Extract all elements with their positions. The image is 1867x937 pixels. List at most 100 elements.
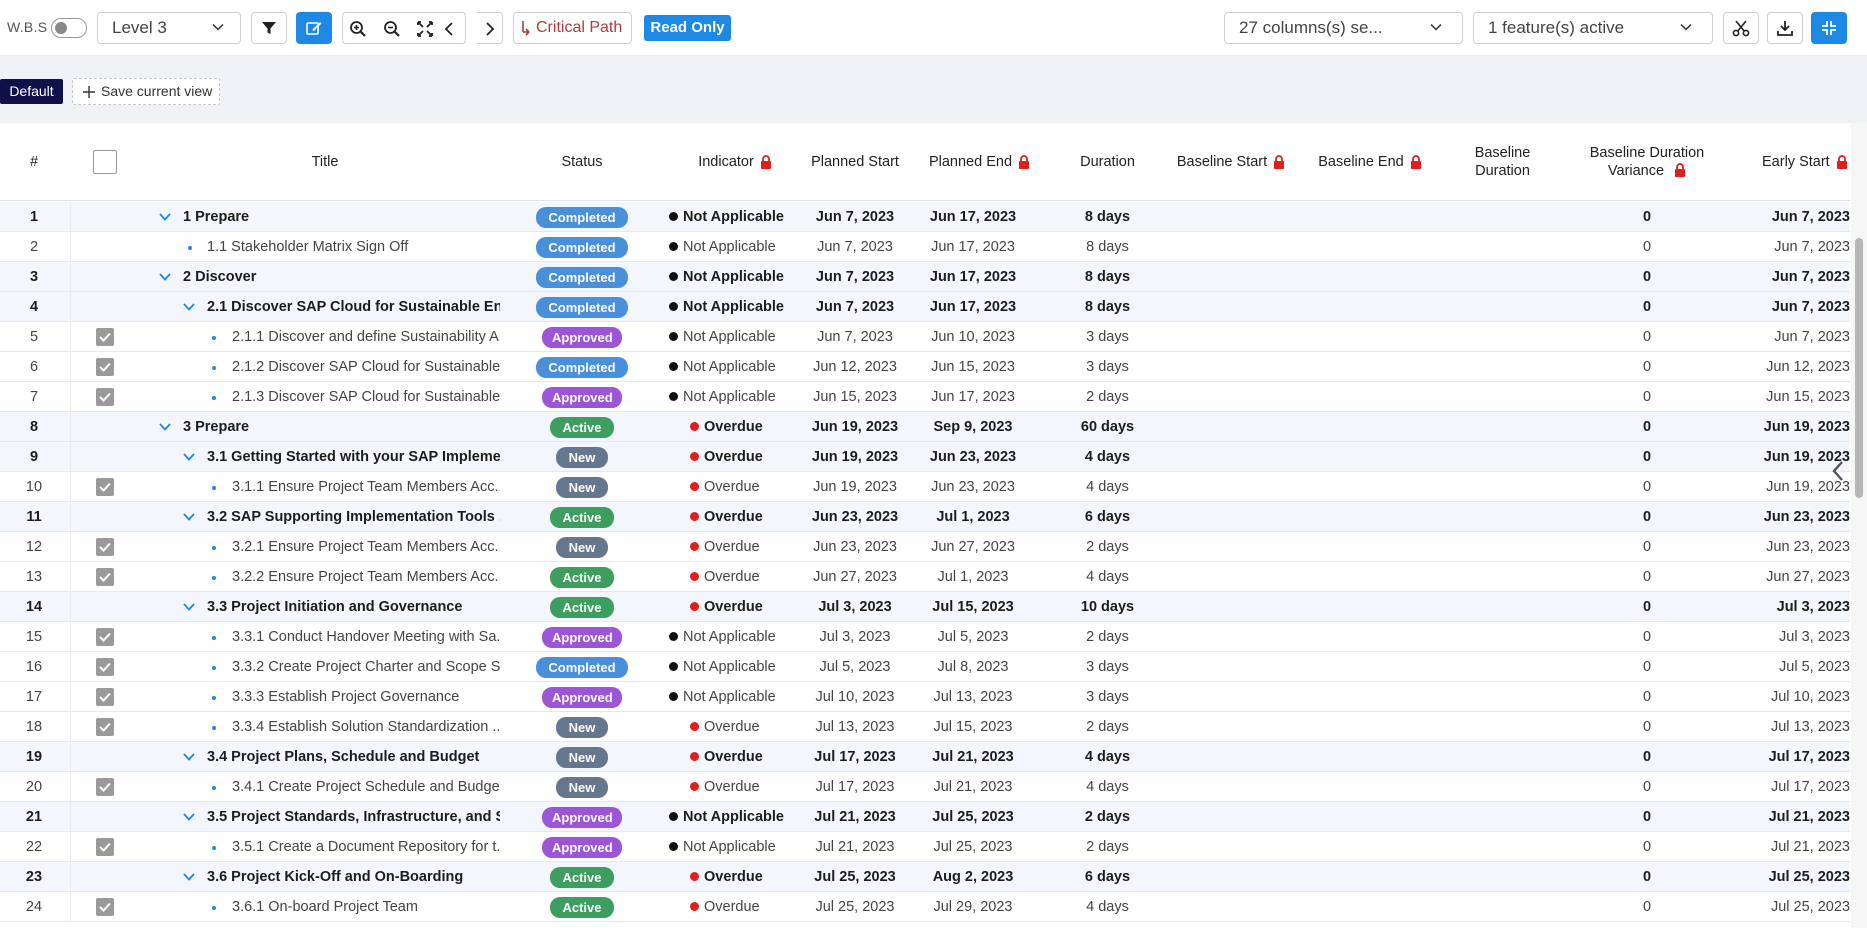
row-title[interactable]: 3.2 SAP Supporting Implementation Tools … [207,502,500,532]
duration-cell[interactable]: 8 days [1054,202,1161,232]
planned-end-cell[interactable]: Aug 2, 2023 [917,862,1029,892]
col-early-start[interactable]: Early Start [1740,123,1850,201]
chevron-down-icon[interactable] [158,421,172,433]
critical-path-button[interactable]: Critical Path [513,12,632,44]
col-baseline-end[interactable]: Baseline End [1310,123,1430,201]
duration-cell[interactable]: 2 days [1054,532,1161,562]
table-row[interactable]: 2 1.1 Stakeholder Matrix Sign Off Complete… [0,232,1850,262]
row-title[interactable]: 2.1 Discover SAP Cloud for Sustainable E… [207,292,500,322]
planned-start-cell[interactable]: Jun 7, 2023 [800,202,910,232]
status-badge[interactable]: Approved [542,687,622,708]
duration-cell[interactable]: 60 days [1054,412,1161,442]
col-duration[interactable]: Duration [1054,123,1161,201]
planned-end-cell[interactable]: Jul 1, 2023 [917,562,1029,592]
planned-start-cell[interactable]: Jun 7, 2023 [800,292,910,322]
col-title[interactable]: Title [150,123,500,201]
status-badge[interactable]: Active [550,567,614,588]
planned-end-cell[interactable]: Jun 10, 2023 [917,322,1029,352]
next-button[interactable] [477,12,503,44]
table-row[interactable]: 1 1 Prepare Completed Not Applicable Jun 7, … [0,202,1850,232]
status-badge[interactable]: Active [550,867,614,888]
planned-start-cell[interactable]: Jun 19, 2023 [800,472,910,502]
table-row[interactable]: 11 3.2 SAP Supporting Implementation Tool… [0,502,1850,532]
row-title[interactable]: 2.1.3 Discover SAP Cloud for Sustainable… [232,382,500,412]
row-title[interactable]: 3.5 Project Standards, Infrastructure, a… [207,802,500,832]
status-badge[interactable]: Completed [536,357,628,378]
table-row[interactable]: 83 Prepare Active Overdue Jun 19, 2023 Sep 9… [0,412,1850,442]
table-row[interactable]: 3 2 Discover Completed Not Applicable Jun 7,… [0,262,1850,292]
status-badge[interactable]: New [556,777,608,798]
status-badge[interactable]: Approved [542,627,622,648]
filter-button[interactable] [251,12,287,44]
table-row[interactable]: 7 2.1.3 Discover SAP Cloud for Sustainabl… [0,382,1850,412]
table-row[interactable]: 16 3.3.2 Create Project Charter and Scope… [0,652,1850,682]
status-badge[interactable]: Active [550,897,614,918]
planned-start-cell[interactable]: Jun 7, 2023 [800,322,910,352]
row-checkbox[interactable] [96,628,114,646]
planned-start-cell[interactable]: Jun 23, 2023 [800,532,910,562]
col-num[interactable]: # [0,123,68,201]
status-badge[interactable]: New [556,537,608,558]
row-checkbox[interactable] [96,328,114,346]
select-all-checkbox[interactable] [93,150,117,174]
duration-cell[interactable]: 4 days [1054,742,1161,772]
col-baseline-duration[interactable]: Baseline Duration [1445,123,1560,201]
status-badge[interactable]: New [556,717,608,738]
row-checkbox[interactable] [96,658,114,676]
chevron-down-icon[interactable] [182,811,196,823]
planned-start-cell[interactable]: Jun 27, 2023 [800,562,910,592]
row-title[interactable]: 3.2.1 Ensure Project Team Members Acc... [232,532,500,562]
row-title[interactable]: 3.6.1 On-board Project Team [232,892,500,922]
planned-end-cell[interactable]: Sep 9, 2023 [917,412,1029,442]
planned-end-cell[interactable]: Jun 15, 2023 [917,352,1029,382]
cut-button[interactable] [1723,12,1759,44]
row-title[interactable]: 3.1 Getting Started with your SAP Implem… [207,442,500,472]
row-title[interactable]: 3.5.1 Create a Document Repository for t… [232,832,500,862]
features-select[interactable]: 1 feature(s) active [1473,12,1713,44]
row-title[interactable]: 3.3 Project Initiation and Governance [207,592,500,622]
planned-end-cell[interactable]: Jun 23, 2023 [917,442,1029,472]
table-row[interactable]: 14 3.3 Project Initiation and Governance A… [0,592,1850,622]
row-checkbox[interactable] [96,568,114,586]
status-badge[interactable]: Active [550,597,614,618]
planned-start-cell[interactable]: Jul 21, 2023 [800,832,910,862]
duration-cell[interactable]: 3 days [1054,652,1161,682]
prev-icon[interactable] [444,21,454,37]
wbs-toggle[interactable] [51,18,87,38]
duration-cell[interactable]: 2 days [1054,622,1161,652]
chevron-down-icon[interactable] [182,301,196,313]
planned-start-cell[interactable]: Jun 7, 2023 [800,232,910,262]
planned-end-cell[interactable]: Jun 17, 2023 [917,202,1029,232]
duration-cell[interactable]: 3 days [1054,682,1161,712]
download-button[interactable] [1767,12,1803,44]
row-checkbox[interactable] [96,538,114,556]
status-badge[interactable]: New [556,747,608,768]
planned-end-cell[interactable]: Jul 15, 2023 [917,592,1029,622]
fit-icon[interactable] [417,21,433,37]
planned-end-cell[interactable]: Jun 17, 2023 [917,262,1029,292]
planned-start-cell[interactable]: Jul 17, 2023 [800,772,910,802]
save-view-button[interactable]: Save current view [72,78,220,105]
duration-cell[interactable]: 4 days [1054,442,1161,472]
status-badge[interactable]: New [556,447,608,468]
status-badge[interactable]: Approved [542,807,622,828]
table-row[interactable]: 4 2.1 Discover SAP Cloud for Sustainable … [0,292,1850,322]
duration-cell[interactable]: 2 days [1054,712,1161,742]
planned-end-cell[interactable]: Jul 29, 2023 [917,892,1029,922]
table-row[interactable]: 23 3.6 Project Kick-Off and On-Boarding Ac… [0,862,1850,892]
zoom-out-icon[interactable] [383,20,401,38]
row-title[interactable]: 3.3.4 Establish Solution Standardization… [232,712,500,742]
status-badge[interactable]: Completed [536,657,628,678]
row-title[interactable]: 3.4 Project Plans, Schedule and Budget [207,742,500,772]
row-title[interactable]: 3.2.2 Ensure Project Team Members Acc... [232,562,500,592]
status-badge[interactable]: Completed [536,297,628,318]
table-row[interactable]: 17 3.3.3 Establish Project Governance Appr… [0,682,1850,712]
row-title[interactable]: 3.4.1 Create Project Schedule and Budget [232,772,500,802]
duration-cell[interactable]: 4 days [1054,892,1161,922]
planned-start-cell[interactable]: Jul 10, 2023 [800,682,910,712]
table-row[interactable]: 24 3.6.1 On-board Project Team Active Overd… [0,892,1850,922]
planned-end-cell[interactable]: Jun 27, 2023 [917,532,1029,562]
status-badge[interactable]: New [556,477,608,498]
row-title[interactable]: 2.1.1 Discover and define Sustainability… [232,322,500,352]
duration-cell[interactable]: 2 days [1054,802,1161,832]
